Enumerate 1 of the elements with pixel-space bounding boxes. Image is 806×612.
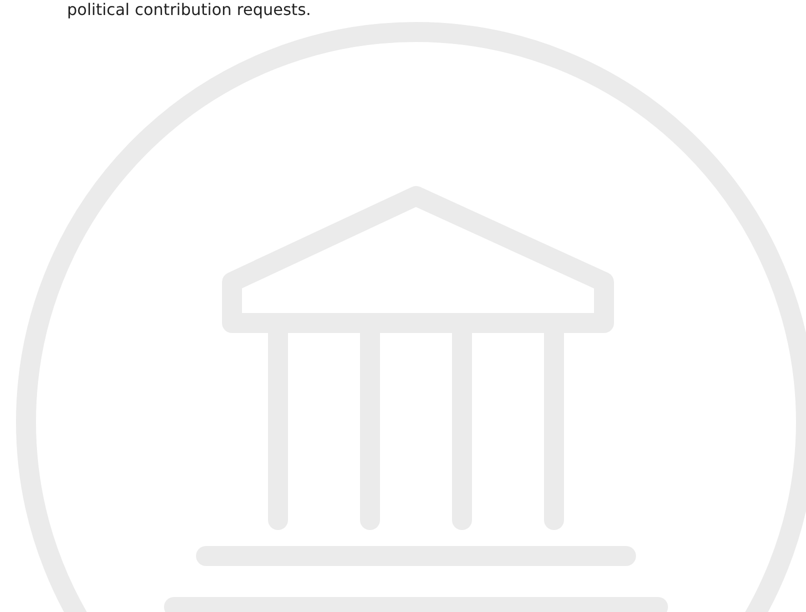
- intro-text: political contribution requests.: [67, 0, 311, 20]
